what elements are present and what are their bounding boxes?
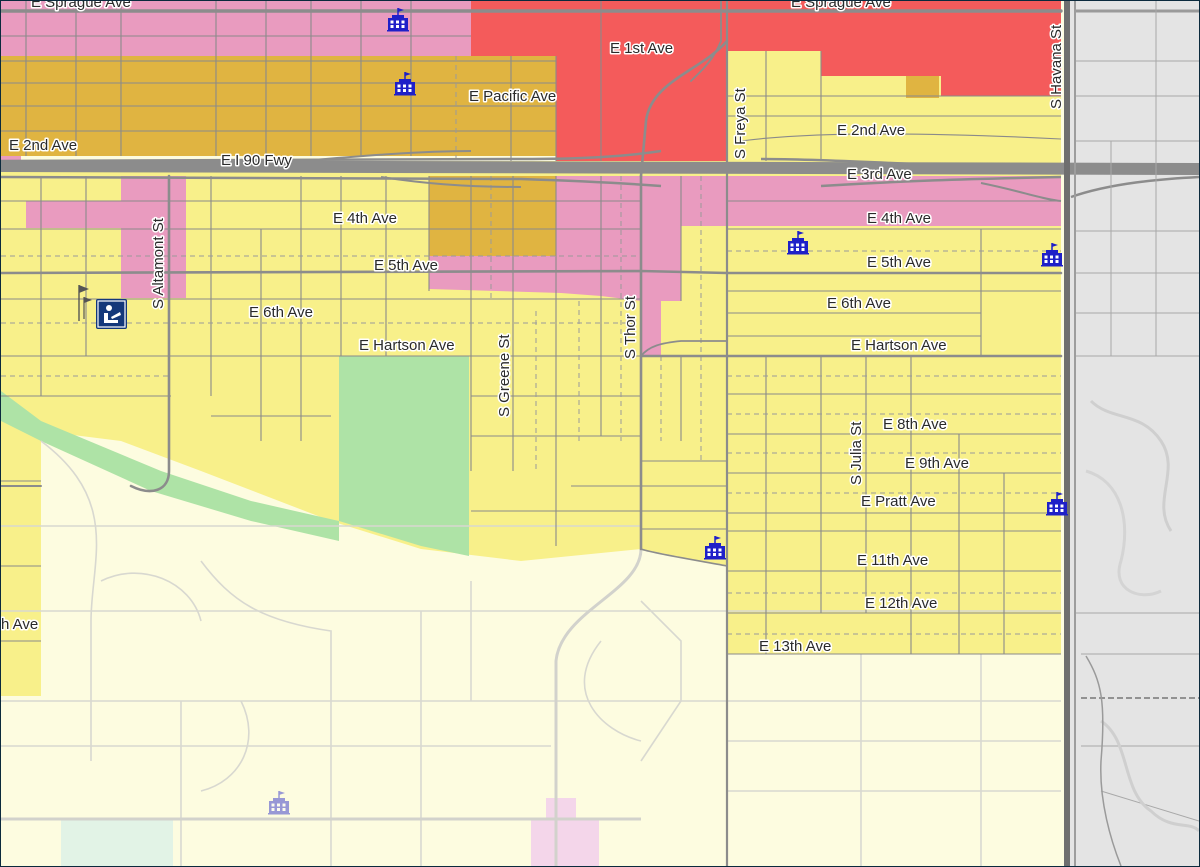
label-e-hartson-ave-left: E Hartson Ave — [359, 337, 455, 354]
label-e-12th-ave: E 12th Ave — [865, 595, 937, 612]
label-e-1st-ave: E 1st Ave — [610, 40, 673, 57]
label-e-5th-ave-left: E 5th Ave — [374, 257, 438, 274]
label-e-2nd-ave-right: E 2nd Ave — [837, 122, 905, 139]
map-canvas[interactable]: E Sprague Ave E Sprague Ave E 1st Ave E … — [1, 1, 1199, 866]
label-s-freya-st: S Freya St — [732, 87, 749, 159]
library-reading-icon[interactable] — [96, 299, 127, 329]
label-e-pacific-ave: E Pacific Ave — [469, 88, 556, 105]
label-s-altamont-st: S Altamont St — [150, 217, 167, 309]
label-e-i90-fwy: E I 90 Fwy — [221, 152, 292, 169]
zone-residential — [1, 471, 41, 696]
label-e-5th-ave-right: E 5th Ave — [867, 254, 931, 271]
label-e-sprague-ave-left: E Sprague Ave — [31, 1, 131, 11]
label-e-2nd-ave-left: E 2nd Ave — [9, 137, 77, 154]
zone-industrial — [429, 176, 556, 256]
label-s-greene-st: S Greene St — [496, 334, 513, 417]
label-e-pratt-ave: E Pratt Ave — [861, 493, 936, 510]
label-s-julia-st: S Julia St — [848, 421, 865, 485]
label-partial-ave: h Ave — [1, 616, 38, 633]
label-e-11th-ave: E 11th Ave — [857, 552, 928, 569]
label-e-6th-ave-right: E 6th Ave — [827, 295, 891, 312]
label-e-9th-ave: E 9th Ave — [905, 455, 969, 472]
label-e-6th-ave-left: E 6th Ave — [249, 304, 313, 321]
label-e-4th-ave-right: E 4th Ave — [867, 210, 931, 227]
map-view[interactable]: E Sprague Ave E Sprague Ave E 1st Ave E … — [0, 0, 1200, 867]
label-e-13th-ave: E 13th Ave — [759, 638, 831, 655]
zone-industrial — [906, 76, 939, 98]
label-e-sprague-ave-right: E Sprague Ave — [791, 1, 891, 11]
zone-faded-green — [61, 819, 173, 866]
label-e-3rd-ave: E 3rd Ave — [847, 166, 912, 183]
label-s-havana-st: S Havana St — [1048, 24, 1065, 109]
label-e-8th-ave: E 8th Ave — [883, 416, 947, 433]
label-e-4th-ave-left: E 4th Ave — [333, 210, 397, 227]
label-e-hartson-ave-right: E Hartson Ave — [851, 337, 947, 354]
label-s-thor-st: S Thor St — [622, 295, 639, 359]
